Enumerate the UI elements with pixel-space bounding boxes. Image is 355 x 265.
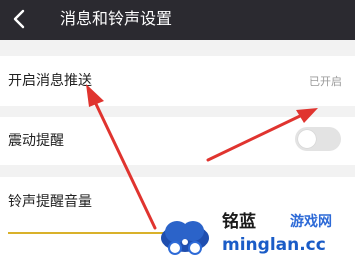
watermark-brand: 铭蓝 (222, 212, 256, 232)
watermark-subtitle: 游戏网 (290, 214, 332, 230)
watermark-domain: minglan.cc (222, 235, 326, 255)
annotation-arrow-status (206, 108, 318, 162)
cloud-logo-icon (161, 221, 209, 255)
annotation-arrow-message-push (86, 84, 157, 230)
